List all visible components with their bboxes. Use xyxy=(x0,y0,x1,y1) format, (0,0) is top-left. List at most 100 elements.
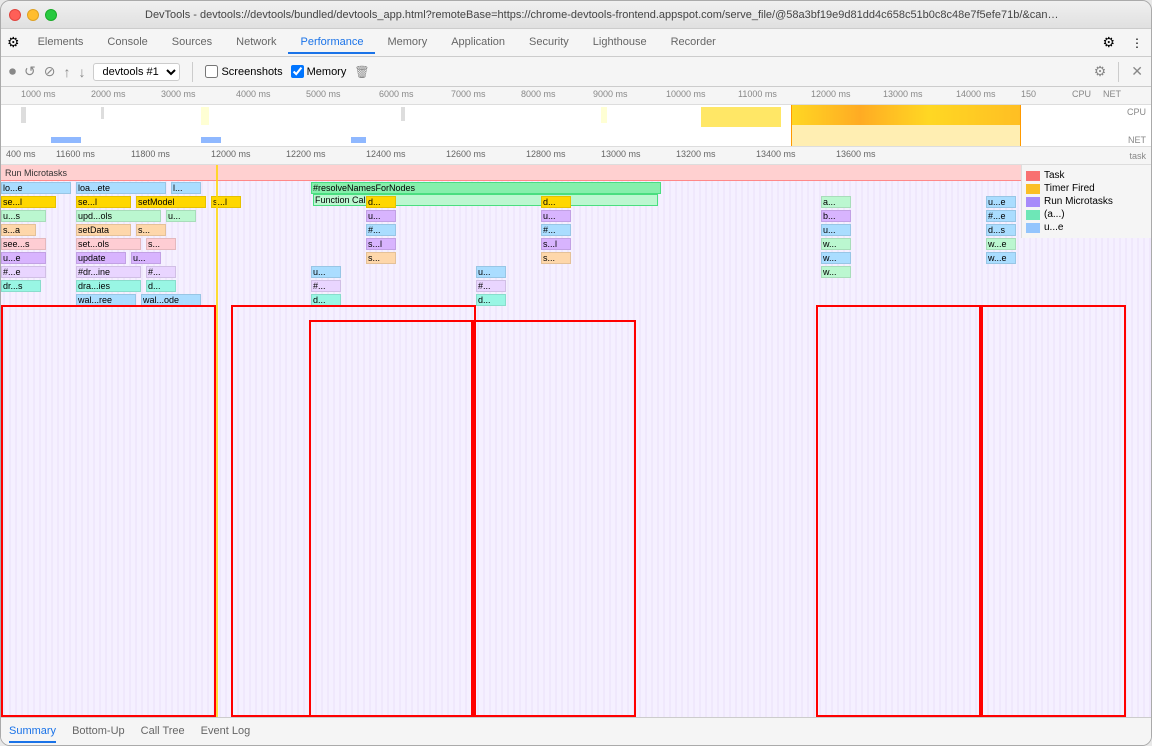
func-block-d2[interactable]: d... xyxy=(541,196,571,208)
bottom-tab-summary[interactable]: Summary xyxy=(9,721,56,743)
tab-console[interactable]: Console xyxy=(95,32,159,54)
func-block-s4[interactable]: s... xyxy=(541,252,571,264)
download-icon[interactable]: ↓ xyxy=(78,64,85,80)
screenshots-checkbox-label[interactable]: Screenshots xyxy=(205,65,282,78)
tab-security[interactable]: Security xyxy=(517,32,581,54)
func-block-we2[interactable]: w...e xyxy=(986,252,1016,264)
timeline-mini[interactable]: CPU NET xyxy=(1,105,1151,147)
func-block-us[interactable]: u...s xyxy=(1,210,46,222)
row-7: #...e #dr...ine #... u... u... w... xyxy=(1,265,1151,279)
maximize-button[interactable] xyxy=(45,9,57,21)
func-block-sees[interactable]: see...s xyxy=(1,238,46,250)
func-block-sl2[interactable]: s...l xyxy=(366,238,396,250)
func-block-resolve[interactable]: #resolveNamesForNodes xyxy=(311,182,661,194)
close-panel-icon[interactable]: ✕ xyxy=(1131,63,1143,80)
func-block-update[interactable]: update xyxy=(76,252,126,264)
tab-network[interactable]: Network xyxy=(224,32,288,54)
bottom-tab-eventlog[interactable]: Event Log xyxy=(201,721,251,743)
func-block-setols[interactable]: set...ols xyxy=(76,238,141,250)
func-block-l[interactable]: l... xyxy=(171,182,201,194)
func-block-u1[interactable]: u... xyxy=(166,210,196,222)
func-block-sl3[interactable]: s...l xyxy=(541,238,571,250)
gear-icon[interactable]: ⚙ xyxy=(1094,63,1107,80)
func-block-b1[interactable]: b... xyxy=(821,210,851,222)
upload-icon[interactable]: ↑ xyxy=(63,64,70,80)
func-block-u6[interactable]: u... xyxy=(311,266,341,278)
func-block-hashe[interactable]: #...e xyxy=(1,266,46,278)
func-block-u3[interactable]: u... xyxy=(541,210,571,222)
tab-performance[interactable]: Performance xyxy=(288,32,375,54)
func-block-loaete[interactable]: loa...ete xyxy=(76,182,166,194)
func-block-ue2[interactable]: u...e xyxy=(1,252,46,264)
timeline-overview[interactable]: 1000 ms 2000 ms 3000 ms 4000 ms 5000 ms … xyxy=(1,87,1151,147)
tab-sources[interactable]: Sources xyxy=(160,32,224,54)
legend-label-a: (a...) xyxy=(1044,209,1065,220)
clear-icon[interactable]: ⊘ xyxy=(44,63,56,80)
memory-checkbox[interactable] xyxy=(291,65,304,78)
tab-recorder[interactable]: Recorder xyxy=(659,32,728,54)
func-block-d5[interactable]: d... xyxy=(476,294,506,306)
func-block-hash3[interactable]: #... xyxy=(146,266,176,278)
func-block-hash5[interactable]: #... xyxy=(476,280,506,292)
tab-elements[interactable]: Elements xyxy=(26,32,96,54)
func-block-updols[interactable]: upd...ols xyxy=(76,210,161,222)
func-block-d3[interactable]: d... xyxy=(146,280,176,292)
minimize-button[interactable] xyxy=(27,9,39,21)
func-block-w1[interactable]: w... xyxy=(821,238,851,250)
task-label-ruler: task xyxy=(1129,151,1146,161)
func-block-w2[interactable]: w... xyxy=(821,252,851,264)
func-block-setmodel[interactable]: setModel xyxy=(136,196,206,208)
ruler-mark-11000: 11000 ms xyxy=(738,89,777,99)
func-block-hdrline[interactable]: #dr...ine xyxy=(76,266,141,278)
func-block-ue1[interactable]: u...e xyxy=(986,196,1016,208)
func-block-hash2[interactable]: #... xyxy=(541,224,571,236)
func-block-drs[interactable]: dr...s xyxy=(1,280,41,292)
func-block-u7[interactable]: u... xyxy=(476,266,506,278)
bottom-tab-bottomup[interactable]: Bottom-Up xyxy=(72,721,125,743)
flame-mark-13200: 13200 ms xyxy=(676,149,716,159)
settings-icon[interactable]: ⚙ xyxy=(1094,34,1123,51)
tab-lighthouse[interactable]: Lighthouse xyxy=(581,32,659,54)
func-block-setdata[interactable]: setData xyxy=(76,224,131,236)
func-block-sa[interactable]: s...a xyxy=(1,224,36,236)
flame-mark-12400: 12400 ms xyxy=(366,149,406,159)
func-block-ds1[interactable]: d...s xyxy=(986,224,1016,236)
func-block-d4[interactable]: d... xyxy=(311,294,341,306)
func-block-d1[interactable]: d... xyxy=(366,196,396,208)
flame-mark-12600: 12600 ms xyxy=(446,149,486,159)
legend-color-microtasks xyxy=(1026,197,1040,207)
func-block-s1[interactable]: s... xyxy=(136,224,166,236)
func-block-hash4[interactable]: #... xyxy=(311,280,341,292)
func-block-s3[interactable]: s... xyxy=(366,252,396,264)
func-block-loe[interactable]: lo...e xyxy=(1,182,71,194)
record-icon[interactable]: ⏺ xyxy=(9,63,16,80)
func-block-we1[interactable]: w...e xyxy=(986,238,1016,250)
trash-icon[interactable]: 🗑 xyxy=(354,65,369,79)
flame-chart[interactable]: Run Microtasks lo...e loa...ete l... #re… xyxy=(1,165,1151,717)
func-block-sel2[interactable]: se...l xyxy=(76,196,131,208)
refresh-icon[interactable]: ↺ xyxy=(24,63,36,80)
tab-memory[interactable]: Memory xyxy=(375,32,439,54)
func-block-u2[interactable]: u... xyxy=(366,210,396,222)
memory-checkbox-label[interactable]: Memory xyxy=(291,65,347,78)
tab-application[interactable]: Application xyxy=(439,32,517,54)
close-button[interactable] xyxy=(9,9,21,21)
func-block-draies[interactable]: dra...ies xyxy=(76,280,141,292)
func-block-s2[interactable]: s... xyxy=(146,238,176,250)
devtools-icon[interactable]: ⚙ xyxy=(7,34,20,51)
func-block-walree[interactable]: wal...ree xyxy=(76,294,136,306)
scrubber-line[interactable] xyxy=(216,165,218,717)
func-block-w3[interactable]: w... xyxy=(821,266,851,278)
func-block-sel[interactable]: se...l xyxy=(1,196,56,208)
more-icon[interactable]: ⋮ xyxy=(1123,36,1151,50)
func-block-hash1[interactable]: #... xyxy=(366,224,396,236)
func-block-walode[interactable]: wal...ode xyxy=(141,294,201,306)
bottom-tab-calltree[interactable]: Call Tree xyxy=(141,721,185,743)
func-block-u5[interactable]: u... xyxy=(131,252,161,264)
target-select[interactable]: devtools #1 xyxy=(93,63,180,81)
func-block-a1[interactable]: a... xyxy=(821,196,851,208)
func-block-u4[interactable]: u... xyxy=(821,224,851,236)
func-block-he1[interactable]: #...e xyxy=(986,210,1016,222)
screenshots-checkbox[interactable] xyxy=(205,65,218,78)
timeline-selection[interactable] xyxy=(791,105,1021,147)
